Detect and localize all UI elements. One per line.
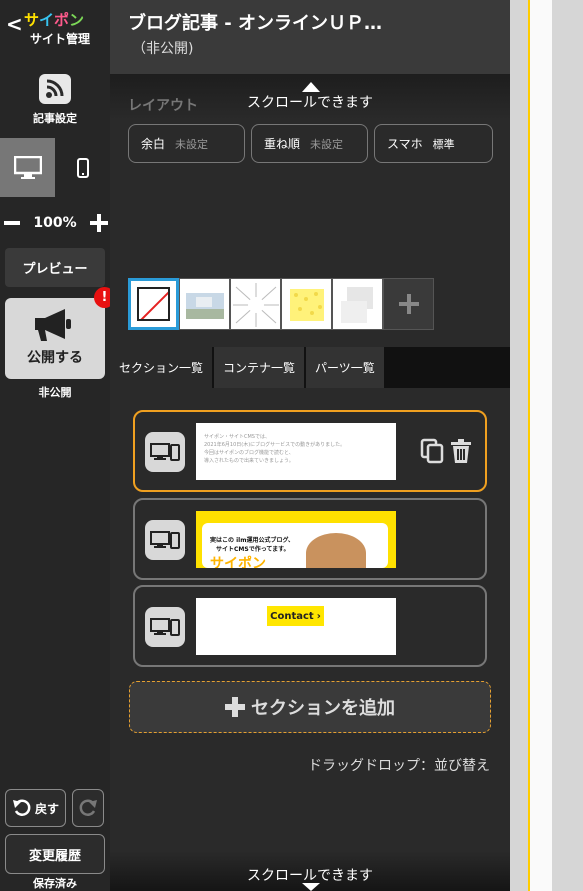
margin-value: 未設定 [175, 137, 209, 151]
mobile-icon [76, 157, 89, 178]
article-settings-button[interactable]: 記事設定 [0, 74, 110, 126]
rss-icon [39, 74, 71, 104]
publish-button[interactable]: 公開する [5, 298, 105, 379]
page-header: ブログ記事 - オンラインＵＰ… （非公開) [110, 0, 510, 74]
thumb-text-line: サイポン・サイトCMSでは、 [204, 434, 270, 440]
burst-pattern [233, 283, 279, 327]
yellow-pattern [290, 289, 324, 321]
add-background-button[interactable] [383, 278, 434, 330]
chevron-down-icon [302, 883, 320, 891]
thumb-text-line: 導入されたもので出来ていきましょう。 [204, 458, 294, 464]
mobile-view-toggle[interactable] [55, 138, 110, 197]
history-button[interactable]: 変更履歴 [5, 834, 105, 874]
device-visibility-icon[interactable] [145, 432, 185, 472]
plus-icon[interactable] [89, 214, 108, 232]
photo-thumbnail [186, 293, 224, 319]
section-list: サイポン・サイトCMSでは、 2021年6月10日(木)にブログサービスでの動き… [110, 388, 510, 848]
add-section-button[interactable]: セクションを追加 [129, 681, 491, 733]
scroll-hint-text-bottom: スクロールできます [247, 868, 373, 884]
section-card[interactable]: サイポン・サイトCMSでは、 2021年6月10日(木)にブログサービスでの動き… [133, 410, 487, 492]
chevron-left-icon: < [6, 12, 23, 36]
zoom-level: 100% [33, 215, 77, 231]
plus-icon [398, 294, 419, 314]
minus-icon[interactable] [4, 221, 20, 225]
canvas-page[interactable] [530, 0, 552, 891]
tab-containers[interactable]: コンテナ一覧 [214, 347, 305, 388]
margin-setting[interactable]: 余白 未設定 [128, 124, 245, 163]
plus-icon [225, 697, 245, 717]
no-background-icon [137, 287, 170, 321]
tab-sections[interactable]: セクション一覧 [110, 347, 213, 388]
site-admin-link[interactable]: < サイポン サイト管理 [4, 6, 104, 48]
publish-status: 非公開 [38, 386, 72, 399]
mobile-setting[interactable]: スマホ 標準 [374, 124, 493, 163]
undo-label: 戻す [34, 801, 59, 816]
overlap-value: 未設定 [310, 137, 344, 151]
panel-tabs: セクション一覧 コンテナ一覧 パーツ一覧 [110, 347, 510, 388]
margin-label: 余白 [141, 137, 166, 151]
swatch-gray[interactable] [332, 278, 383, 330]
page-title: ブログ記事 - オンラインＵＰ… [128, 13, 383, 34]
chevron-right-icon: › [316, 610, 321, 622]
device-visibility-icon[interactable] [145, 607, 185, 647]
thumb-headline: 実はこの ilm運用公式ブログ、 [210, 537, 295, 544]
preview-button[interactable]: プレビュー [5, 248, 105, 287]
tab-parts[interactable]: パーツ一覧 [306, 347, 384, 388]
desktop-icon [13, 155, 42, 179]
zoom-control: 100% [4, 212, 108, 234]
background-swatches [128, 278, 437, 330]
section-actions [420, 438, 472, 464]
save-status: 保存済み [33, 877, 77, 890]
brand-subtitle: サイト管理 [30, 32, 91, 46]
thumb-text-line: 今回はサイポンのブログ機能で読むと、 [204, 450, 294, 456]
overlap-setting[interactable]: 重ね順 未設定 [251, 124, 368, 163]
mobile-label: スマホ [387, 137, 423, 151]
drag-hint: ドラッグドロップ：並び替え [308, 758, 490, 774]
brand-logo: サイポン [24, 11, 85, 29]
section-thumbnail: 実はこの ilm運用公式ブログ、 サイトCMSで作ってます。 サイポン [196, 511, 396, 568]
editor-panel: ブログ記事 - オンラインＵＰ… （非公開) レイアウト スクロールできます 余… [110, 0, 510, 891]
publish-label: 公開する [27, 350, 83, 366]
character-illustration [306, 533, 366, 568]
undo-icon [12, 799, 31, 816]
chevron-up-icon [302, 82, 320, 92]
scroll-hint-text-top: スクロールできます [247, 95, 373, 111]
thumb-logo-text: サイポン [210, 556, 266, 568]
article-settings-label: 記事設定 [33, 112, 77, 125]
trash-icon[interactable] [450, 438, 472, 464]
redo-icon [79, 799, 97, 816]
section-thumbnail: サイポン・サイトCMSでは、 2021年6月10日(木)にブログサービスでの動き… [196, 423, 396, 480]
overlap-label: 重ね順 [264, 137, 301, 151]
redo-button[interactable] [72, 789, 104, 827]
swatch-burst[interactable] [230, 278, 281, 330]
desktop-view-toggle[interactable] [0, 138, 55, 197]
swatch-none[interactable] [128, 278, 179, 330]
megaphone-icon [35, 309, 71, 341]
contact-button-preview: Contact › [267, 606, 324, 626]
section-thumbnail: Contact › [196, 598, 396, 655]
thumb-text-line: 2021年6月10日(木)にブログサービスでの動きがありました。 [204, 442, 346, 448]
swatch-photo[interactable] [179, 278, 230, 330]
add-section-label: セクションを追加 [251, 698, 395, 719]
device-visibility-icon[interactable] [145, 520, 185, 560]
section-card[interactable]: 実はこの ilm運用公式ブログ、 サイトCMSで作ってます。 サイポン [133, 498, 487, 580]
page-status: （非公開) [132, 41, 194, 57]
contact-label: Contact [270, 610, 314, 622]
copy-icon[interactable] [420, 438, 444, 464]
mobile-value: 標準 [432, 137, 455, 151]
gray-pattern [341, 287, 373, 323]
swatch-yellow[interactable] [281, 278, 332, 330]
thumb-headline: サイトCMSで作ってます。 [216, 546, 290, 553]
sidebar: < サイポン サイト管理 記事設定 100% プレビュー 公開する ! 非公開 … [0, 0, 115, 891]
undo-button[interactable]: 戻す [5, 789, 66, 827]
section-card[interactable]: Contact › [133, 585, 487, 667]
